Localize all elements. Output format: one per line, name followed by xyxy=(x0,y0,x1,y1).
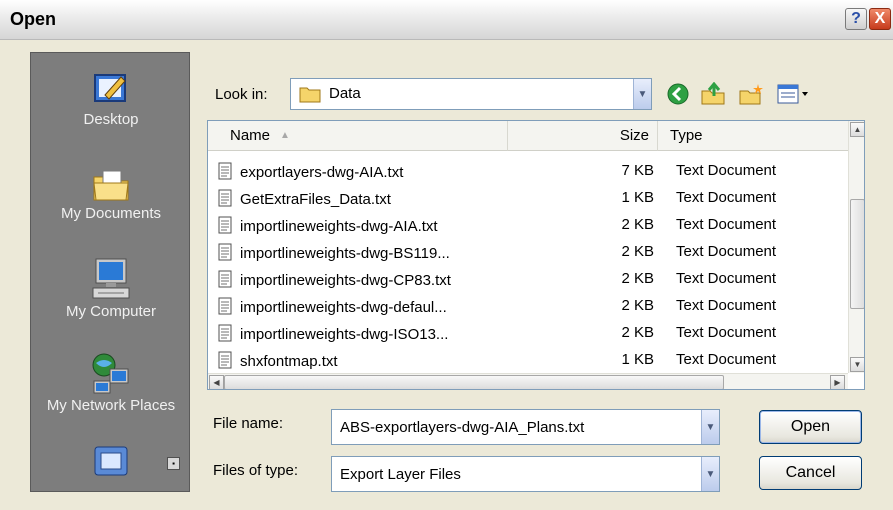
file-row[interactable]: importlineweights-dwg-CP83.txt 2 KB Text… xyxy=(208,266,848,293)
file-row[interactable]: GetExtraFiles_Data.txt 1 KB Text Documen… xyxy=(208,185,848,212)
scroll-left-icon[interactable]: ◀ xyxy=(209,375,224,389)
file-type: Text Document xyxy=(676,270,777,287)
open-button[interactable]: Open xyxy=(759,410,862,444)
chevron-down-icon[interactable]: ▼ xyxy=(633,79,651,109)
place-my-computer[interactable]: My Computer xyxy=(31,257,191,320)
file-size: 2 KB xyxy=(621,243,654,260)
text-file-icon xyxy=(218,351,232,369)
file-name: importlineweights-dwg-ISO13... xyxy=(240,326,449,343)
my-network-places-icon xyxy=(92,353,129,394)
text-file-icon xyxy=(218,297,232,315)
text-file-icon xyxy=(218,216,232,234)
file-row[interactable]: shxfontmap.txt 1 KB Text Document xyxy=(208,347,848,374)
column-name-label: Name xyxy=(230,127,271,144)
cancel-button[interactable]: Cancel xyxy=(759,456,862,490)
place-label: My Network Places xyxy=(46,397,176,414)
up-folder-icon[interactable] xyxy=(700,82,726,106)
file-list[interactable]: Name ▲ Size Type exportlayers-dwg-AIA.tx… xyxy=(207,120,865,390)
file-size: 7 KB xyxy=(621,162,654,179)
column-type-label: Type xyxy=(670,127,703,144)
window-title: Open xyxy=(10,9,57,29)
file-type: Text Document xyxy=(676,351,777,368)
look-in-dropdown[interactable]: Data ▼ xyxy=(290,78,652,110)
file-type: Text Document xyxy=(676,189,777,206)
file-type: Text Document xyxy=(676,297,777,314)
help-button[interactable]: ? xyxy=(845,8,867,30)
folder-icon xyxy=(94,446,128,476)
file-size: 2 KB xyxy=(621,297,654,314)
file-type: Text Document xyxy=(676,324,777,341)
scroll-thumb[interactable] xyxy=(224,375,724,389)
column-header-type[interactable]: Type xyxy=(658,121,848,151)
scroll-right-icon[interactable]: ▶ xyxy=(830,375,845,389)
file-size: 2 KB xyxy=(621,270,654,287)
place-label: My Documents xyxy=(60,205,162,222)
file-size: 1 KB xyxy=(621,189,654,206)
file-name-value: ABS-exportlayers-dwg-AIA_Plans.txt xyxy=(340,419,585,436)
file-name-field[interactable]: ABS-exportlayers-dwg-AIA_Plans.txt ▼ xyxy=(331,409,720,445)
scroll-down-icon[interactable]: ▼ xyxy=(850,357,864,372)
chevron-down-icon[interactable]: ▼ xyxy=(701,457,719,491)
my-computer-icon xyxy=(92,258,130,299)
look-in-value: Data xyxy=(329,85,361,102)
text-file-icon xyxy=(218,243,232,261)
file-type: Text Document xyxy=(676,162,777,179)
file-row[interactable]: importlineweights-dwg-BS119... 2 KB Text… xyxy=(208,239,848,266)
back-icon[interactable] xyxy=(666,82,690,106)
place-label: My Computer xyxy=(65,303,157,320)
folder-icon xyxy=(299,87,321,103)
chevron-down-icon[interactable]: ▼ xyxy=(701,410,719,444)
column-header-size[interactable]: Size xyxy=(508,121,658,151)
files-of-type-label: Files of type: xyxy=(213,462,299,479)
files-of-type-value: Export Layer Files xyxy=(340,466,461,483)
file-name: shxfontmap.txt xyxy=(240,353,338,370)
look-in-label: Look in: xyxy=(215,86,268,103)
text-file-icon xyxy=(218,324,232,342)
text-file-icon xyxy=(218,162,232,180)
file-size: 2 KB xyxy=(621,324,654,341)
close-button[interactable]: X xyxy=(869,8,891,30)
sort-up-icon: ▲ xyxy=(280,130,290,141)
new-folder-icon[interactable] xyxy=(738,82,764,106)
files-of-type-dropdown[interactable]: Export Layer Files ▼ xyxy=(331,456,720,492)
file-row[interactable]: importlineweights-dwg-ISO13... 2 KB Text… xyxy=(208,320,848,347)
title-bar: Open ? X xyxy=(0,0,893,40)
file-name: importlineweights-dwg-AIA.txt xyxy=(240,218,438,235)
file-name-label: File name: xyxy=(213,415,284,432)
file-size: 1 KB xyxy=(621,351,654,368)
desktop-icon xyxy=(94,74,126,102)
view-menu-icon[interactable] xyxy=(776,82,810,106)
file-name: importlineweights-dwg-CP83.txt xyxy=(240,272,451,289)
scroll-thumb[interactable] xyxy=(850,199,864,309)
column-size-label: Size xyxy=(619,127,649,144)
text-file-icon xyxy=(218,270,232,288)
file-name: GetExtraFiles_Data.txt xyxy=(240,191,391,208)
my-documents-icon xyxy=(93,170,129,201)
file-row[interactable]: exportlayers-dwg-AIA.txt 7 KB Text Docum… xyxy=(208,158,848,185)
place-my-documents[interactable]: My Documents xyxy=(31,167,191,222)
horizontal-scrollbar[interactable]: ◀ ▶ xyxy=(208,373,848,389)
place-label: Desktop xyxy=(83,111,139,128)
scroll-up-icon[interactable]: ▲ xyxy=(850,122,864,137)
places-bar: Desktop My Documents My Computer My Netw… xyxy=(30,52,190,492)
places-scroll-button[interactable]: ▪ xyxy=(167,457,180,470)
text-file-icon xyxy=(218,189,232,207)
file-row[interactable]: importlineweights-dwg-AIA.txt 2 KB Text … xyxy=(208,212,848,239)
file-name: importlineweights-dwg-defaul... xyxy=(240,299,447,316)
file-name: exportlayers-dwg-AIA.txt xyxy=(240,164,404,181)
file-name: importlineweights-dwg-BS119... xyxy=(240,245,450,262)
place-my-network-places[interactable]: My Network Places xyxy=(31,351,191,414)
vertical-scrollbar[interactable]: ▲ ▼ xyxy=(848,121,864,373)
file-size: 2 KB xyxy=(621,216,654,233)
file-type: Text Document xyxy=(676,243,777,260)
file-row[interactable]: importlineweights-dwg-defaul... 2 KB Tex… xyxy=(208,293,848,320)
file-type: Text Document xyxy=(676,216,777,233)
place-desktop[interactable]: Desktop xyxy=(31,71,191,128)
column-header-name[interactable]: Name ▲ xyxy=(208,121,508,151)
